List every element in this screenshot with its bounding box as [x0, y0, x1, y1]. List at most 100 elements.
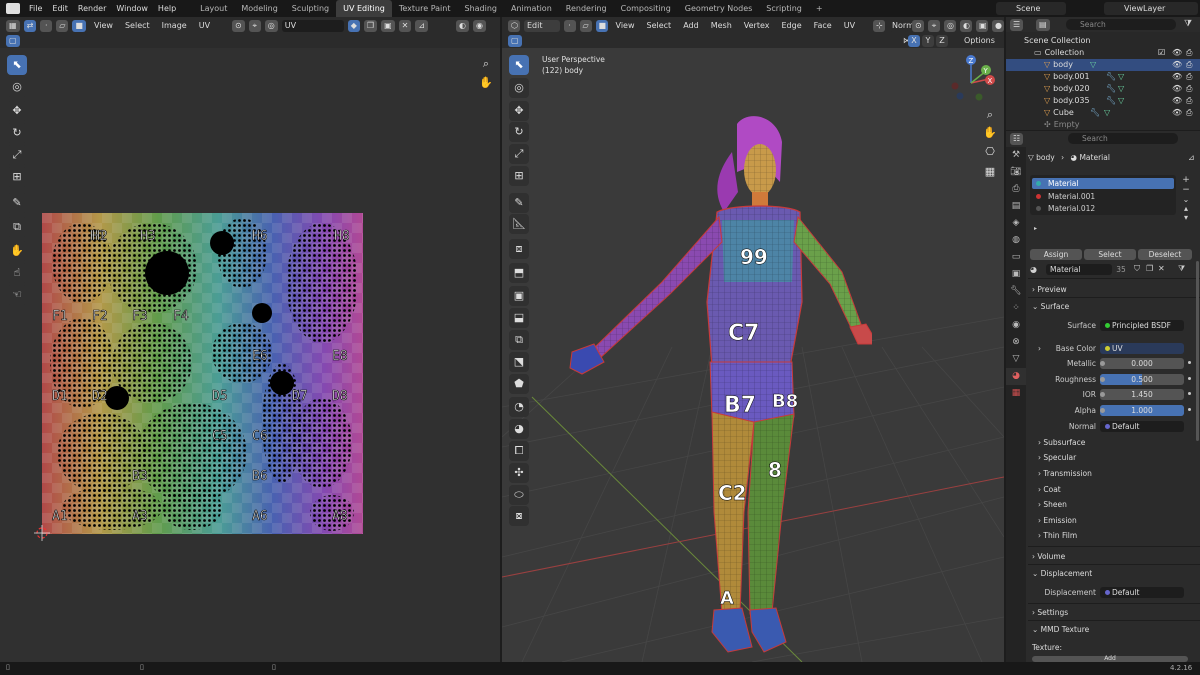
camera-view-icon[interactable]: ⎔: [980, 142, 1000, 162]
loop-cut-tool-icon[interactable]: ⧉: [509, 330, 529, 350]
tab-texture-paint[interactable]: Texture Paint: [392, 0, 458, 17]
body-001-visibility-icon[interactable]: 👁︎: [1172, 71, 1182, 83]
select-box-mode-icon[interactable]: ▢: [6, 35, 20, 47]
list-expand-icon[interactable]: ▸: [1034, 225, 1037, 232]
outliner-item-body-035[interactable]: ▽ body.035 🔧︎ ▽ 👁︎ ⎙: [1006, 95, 1200, 107]
material-slot-2[interactable]: Material.012: [1032, 203, 1174, 214]
tab-layout[interactable]: Layout: [193, 0, 234, 17]
move-tool-icon[interactable]: ✥: [7, 101, 27, 121]
object-tab-icon[interactable]: ▣: [1006, 266, 1026, 283]
orientation-icon[interactable]: ⊹: [873, 19, 886, 32]
uv-menu-select[interactable]: Select: [121, 21, 154, 30]
material-slot-1[interactable]: Material.001: [1032, 191, 1174, 202]
tab-shading[interactable]: Shading: [457, 0, 504, 17]
inset-tool-icon[interactable]: ▣: [509, 286, 529, 306]
particles-tab-icon[interactable]: ⁘: [1006, 300, 1026, 317]
material-slot-list[interactable]: Material Material.001 Material.012: [1030, 175, 1176, 215]
shear-tool-icon[interactable]: ⬭: [509, 485, 529, 505]
ior-field[interactable]: 1.450: [1100, 389, 1184, 400]
rotate-tool-icon[interactable]: ↻: [7, 123, 27, 143]
viewport-scale-tool-icon[interactable]: ⤢: [509, 144, 529, 164]
uv-menu-view[interactable]: View: [90, 21, 117, 30]
viewport-select-tool-icon[interactable]: ⬉: [509, 55, 529, 75]
viewport-select-mode-icon[interactable]: ▢: [508, 35, 522, 47]
fake-user-shield-icon[interactable]: ⛉: [1134, 264, 1140, 274]
viewport-menu-add[interactable]: Add: [679, 21, 703, 30]
preview-section[interactable]: › Preview: [1032, 284, 1067, 295]
base-color-expand-icon[interactable]: ›: [1038, 343, 1041, 354]
menu-render[interactable]: Render: [73, 0, 111, 17]
viewport-rotate-tool-icon[interactable]: ↻: [509, 122, 529, 142]
body-035-render-icon[interactable]: ⎙: [1186, 95, 1192, 107]
scale-tool-icon[interactable]: ⤢: [7, 145, 27, 165]
viewport-zoom-icon[interactable]: ⌕: [980, 105, 1000, 125]
edge-slide-tool-icon[interactable]: ⧠: [509, 441, 529, 461]
image-selector[interactable]: UV: [281, 19, 344, 32]
measure-tool-icon[interactable]: 📐︎: [509, 214, 529, 234]
subsurface-section[interactable]: › Subsurface: [1038, 437, 1085, 448]
displacement-field[interactable]: Default: [1100, 587, 1184, 598]
rip-tool-icon[interactable]: ⧇: [509, 506, 529, 526]
roughness-slider[interactable]: 0.500: [1100, 374, 1184, 385]
axis-x-toggle[interactable]: X: [908, 35, 920, 47]
rip-region-tool-icon[interactable]: ⧉: [7, 217, 27, 237]
surface-section[interactable]: ⌄ Surface: [1032, 301, 1069, 312]
add-cube-tool-icon[interactable]: ⧈: [509, 239, 529, 259]
viewport-pan-icon[interactable]: ✋: [980, 123, 1000, 143]
character-mesh[interactable]: 99 C7 B7 B8 C2 8 A: [532, 112, 872, 657]
blender-logo-icon[interactable]: [6, 3, 20, 14]
duplicate-material-icon[interactable]: ❐: [1146, 264, 1153, 273]
alpha-slider[interactable]: 1.000: [1100, 405, 1184, 416]
viewport-menu-face[interactable]: Face: [810, 21, 836, 30]
smooth-tool-icon[interactable]: ◕: [509, 419, 529, 439]
viewport-cursor-tool-icon[interactable]: ◎: [509, 78, 529, 98]
roughness-keyframe-icon[interactable]: [1188, 377, 1191, 380]
uv-editor-area[interactable]: ▦ ⇄ · ▱ ■ View Select Image UV ⊙ ⌖ ◎ UV …: [0, 17, 500, 662]
proportional-icon[interactable]: ◎: [264, 19, 278, 32]
material-tab-icon[interactable]: ◕: [1006, 368, 1026, 385]
face-select-icon[interactable]: ■: [72, 19, 86, 32]
axis-z-toggle[interactable]: Z: [936, 35, 948, 47]
mmd-texture-section[interactable]: ⌄ MMD Texture: [1032, 624, 1089, 635]
collection-checkbox-icon[interactable]: ☑: [1158, 47, 1165, 59]
remove-slot-icon[interactable]: −: [1180, 185, 1192, 195]
normal-field[interactable]: Default: [1100, 421, 1184, 432]
properties-scrollbar[interactable]: [1196, 261, 1199, 441]
world-tab-icon[interactable]: ◍: [1006, 232, 1026, 249]
volume-section[interactable]: › Volume: [1032, 551, 1065, 562]
uv-menu-image[interactable]: Image: [158, 21, 191, 30]
outliner-item-empty[interactable]: ✣ Empty: [1006, 119, 1200, 130]
outliner-item-body-020[interactable]: ▽ body.020 🔧︎ ▽ 👁︎ ⎙: [1006, 83, 1200, 95]
assign-button[interactable]: Assign: [1030, 249, 1082, 260]
material-filter-icon[interactable]: ⧩: [1178, 264, 1185, 274]
base-color-field[interactable]: UV: [1100, 343, 1184, 354]
render-tab-icon[interactable]: 📷︎: [1006, 164, 1026, 181]
outliner-type-icon[interactable]: ☰: [1010, 19, 1024, 31]
annotate-tool-icon[interactable]: ✎: [7, 193, 27, 213]
overlay-toggle-icon[interactable]: ◐: [960, 19, 972, 32]
viewport-move-tool-icon[interactable]: ✥: [509, 101, 529, 121]
mode-selector[interactable]: Edit Mode: [524, 19, 560, 42]
viewport-menu-uv[interactable]: UV: [840, 21, 859, 30]
tab-animation[interactable]: Animation: [504, 0, 559, 17]
vertex-select-icon[interactable]: ·: [40, 19, 53, 32]
slot-specials-icon[interactable]: ⌄: [1180, 195, 1192, 204]
new-image-icon[interactable]: ❐: [363, 19, 378, 32]
outliner-filter-icon[interactable]: ⧩: [1184, 19, 1192, 29]
physics-tab-icon[interactable]: ◉: [1006, 317, 1026, 334]
viewport-annotate-tool-icon[interactable]: ✎: [509, 193, 529, 213]
cube-render-icon[interactable]: ⎙: [1186, 107, 1192, 119]
surface-shader-field[interactable]: Principled BSDF: [1100, 320, 1184, 331]
viewport-menu-edge[interactable]: Edge: [777, 21, 805, 30]
move-slot-up-icon[interactable]: ▴: [1180, 204, 1192, 213]
outliner-item-body-001[interactable]: ▽ body.001 🔧︎ ▽ 👁︎ ⎙: [1006, 71, 1200, 83]
body-visibility-icon[interactable]: 👁︎: [1172, 59, 1182, 71]
extrude-tool-icon[interactable]: ⬒: [509, 263, 529, 283]
vertex-mode-icon[interactable]: ·: [563, 19, 576, 32]
constraints-tab-icon[interactable]: ⊗: [1006, 334, 1026, 351]
snap-icon[interactable]: ⌖: [248, 19, 261, 32]
transform-tool-icon[interactable]: ⊞: [7, 167, 27, 187]
viewport-menu-select[interactable]: Select: [643, 21, 676, 30]
axis-y-toggle[interactable]: Y: [922, 35, 934, 47]
pan-hand-icon[interactable]: ✋: [476, 73, 496, 93]
